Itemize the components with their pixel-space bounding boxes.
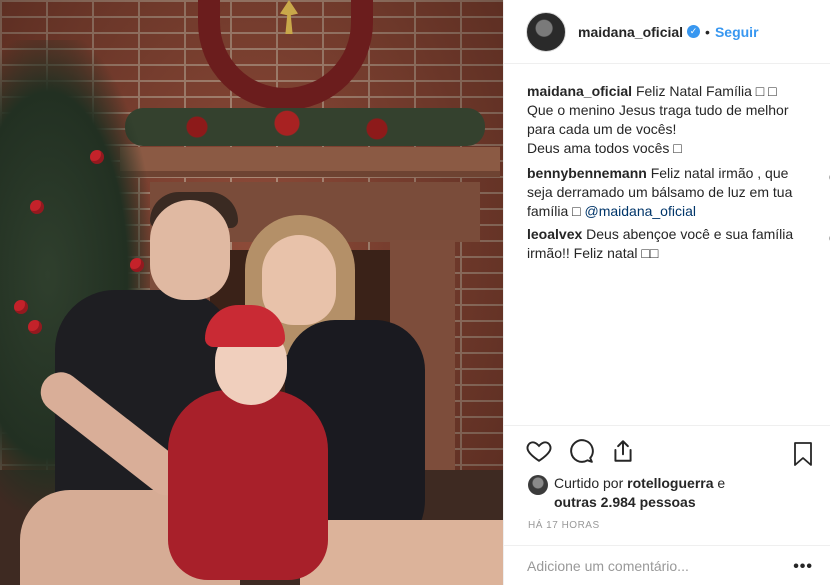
separator-dot: • (705, 23, 710, 40)
ornament (28, 320, 42, 334)
likes-summary: Curtido por rotelloguerra e outras 2.984… (528, 474, 725, 512)
likes-user[interactable]: rotelloguerra (627, 475, 713, 491)
comment-bubble-icon[interactable] (568, 438, 594, 464)
heart-icon[interactable] (526, 438, 552, 464)
ornament (14, 300, 28, 314)
avatar[interactable] (526, 11, 566, 52)
caption-username[interactable]: maidana_oficial (527, 83, 632, 99)
fireplace-mantel (120, 147, 500, 177)
ornament (90, 150, 104, 164)
post-actions: Curtido por rotelloguerra e outras 2.984… (504, 425, 830, 555)
likes-others[interactable]: outras 2.984 pessoas (554, 494, 696, 510)
garland (125, 108, 485, 146)
post-photo[interactable] (0, 0, 503, 585)
author-username[interactable]: maidana_oficial (578, 24, 683, 40)
instagram-post: maidana_oficial ✓ • Seguir maidana_ofici… (0, 0, 830, 585)
comment-item: bennybennemann Feliz natal irmão , que s… (527, 164, 830, 221)
action-buttons (526, 438, 636, 464)
bookmark-icon[interactable] (791, 441, 815, 467)
post-header: maidana_oficial ✓ • Seguir (504, 0, 830, 64)
post-side-panel: maidana_oficial ✓ • Seguir maidana_ofici… (503, 0, 830, 585)
caption-line: Feliz Natal Família □ □ (635, 83, 777, 99)
baby (168, 390, 328, 580)
caption-line: Que o menino Jesus traga tudo de melhor … (527, 102, 789, 137)
ornament (30, 200, 44, 214)
comment-item: leoalvex Deus abençoe você e sua família… (527, 225, 830, 263)
comment-username[interactable]: leoalvex (527, 226, 582, 242)
post-timestamp[interactable]: HÁ 17 HORAS (528, 520, 600, 531)
verified-badge-icon: ✓ (687, 25, 701, 38)
caption: maidana_oficial Feliz Natal Família □ □ … (527, 82, 817, 158)
likes-conj: e (717, 475, 726, 491)
share-icon[interactable] (610, 438, 636, 464)
add-comment-bar: ••• (504, 545, 830, 585)
comment-username[interactable]: bennybennemann (527, 165, 647, 181)
follow-button[interactable]: Seguir (715, 24, 759, 40)
caption-line: Deus ama todos vocês □ (527, 140, 682, 156)
likes-prefix: Curtido por (554, 475, 624, 491)
more-options-icon[interactable]: ••• (793, 558, 813, 576)
avatar[interactable] (528, 475, 548, 495)
comment-mention[interactable]: @maidana_oficial (584, 203, 696, 219)
ornament (130, 258, 144, 272)
comments-list: maidana_oficial Feliz Natal Família □ □ … (527, 82, 830, 267)
comment-input[interactable] (527, 557, 787, 574)
